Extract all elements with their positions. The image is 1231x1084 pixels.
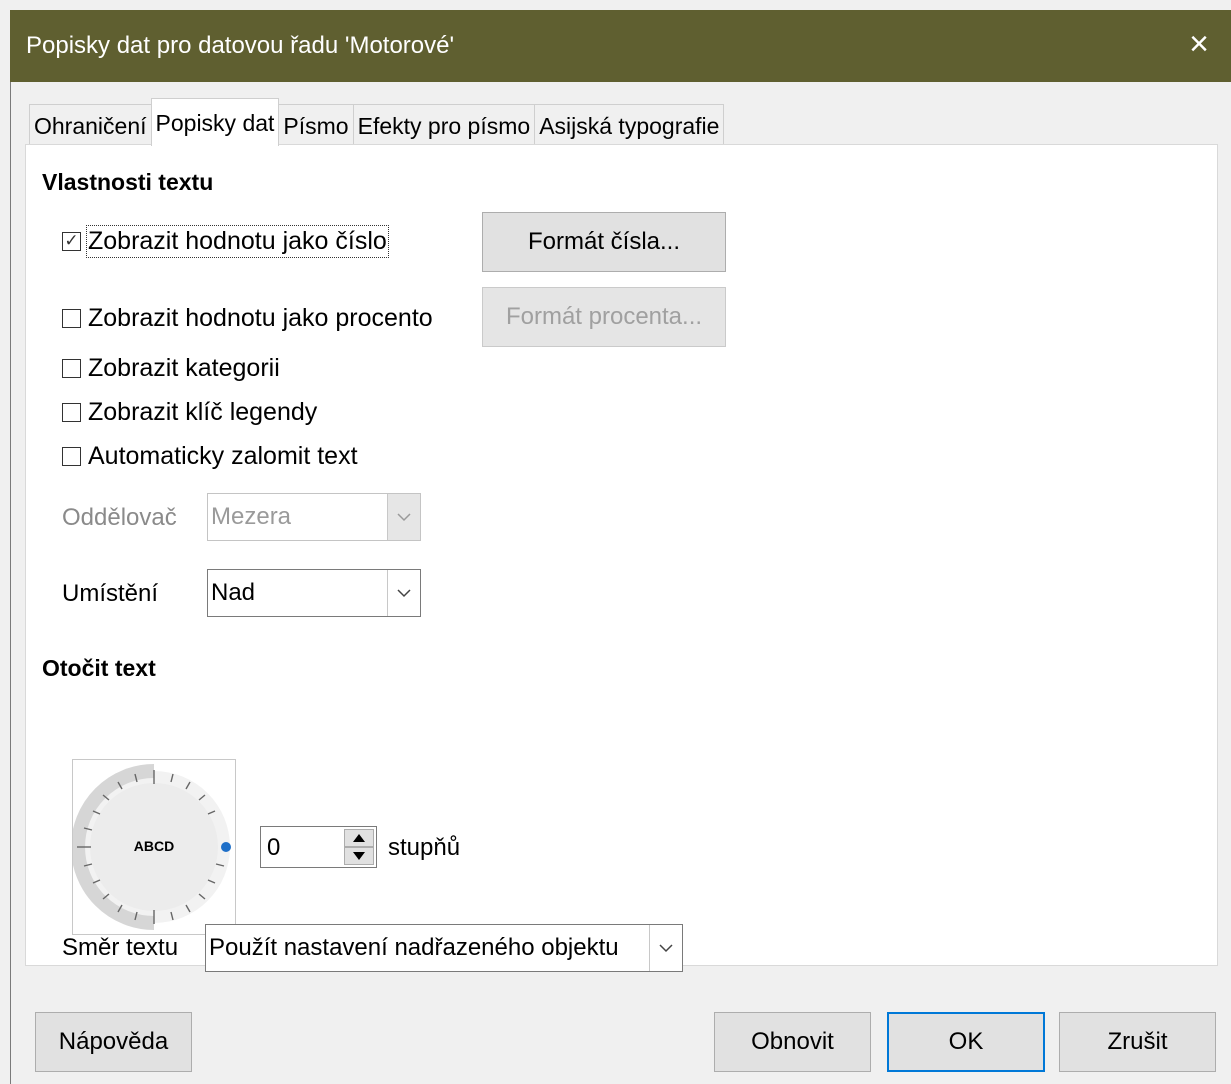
text-direction-label: Směr textu: [62, 934, 179, 961]
show-category-option[interactable]: Zobrazit kategorii: [62, 351, 280, 385]
window-title: Popisky dat pro datovou řadu 'Motorové': [26, 32, 455, 59]
rotation-dial[interactable]: ABCD: [71, 759, 236, 935]
tab-panel: Vlastnosti textu ✓ Zobrazit hodnotu jako…: [25, 144, 1218, 972]
placement-dropdown[interactable]: Nad: [207, 569, 421, 617]
show-value-number-checkbox[interactable]: ✓: [62, 231, 81, 251]
text-direction-dropdown[interactable]: Použít nastavení nadřazeného objektu: [205, 924, 683, 972]
placement-value: Nad: [211, 579, 256, 606]
degrees-spinbox[interactable]: 0: [260, 826, 377, 868]
tab-data-labels[interactable]: Popisky dat: [150, 98, 280, 146]
separator-dropdown[interactable]: Mezera: [207, 493, 421, 541]
show-value-percent-option[interactable]: Zobrazit hodnotu jako procento: [62, 301, 433, 335]
show-legend-key-label: Zobrazit klíč legendy: [88, 397, 318, 426]
chevron-down-icon: [387, 570, 420, 616]
spin-down-icon[interactable]: [344, 847, 374, 865]
tab-font[interactable]: Písmo: [278, 104, 354, 146]
dialog-body: Ohraničení Popisky dat Písmo Efekty pro …: [10, 82, 1231, 1084]
degrees-spin-buttons: [344, 829, 374, 865]
show-category-label: Zobrazit kategorii: [88, 353, 280, 382]
title-bar: Popisky dat pro datovou řadu 'Motorové' …: [10, 10, 1231, 82]
percent-format-button[interactable]: Formát procenta...: [482, 287, 726, 347]
chevron-down-icon: [387, 494, 420, 540]
tab-borders[interactable]: Ohraničení: [29, 104, 152, 146]
show-value-percent-label: Zobrazit hodnotu jako procento: [88, 303, 433, 332]
auto-wrap-label: Automaticky zalomit text: [88, 441, 358, 470]
dial-sample-text: ABCD: [133, 838, 175, 854]
chevron-down-icon: [649, 925, 682, 971]
degrees-unit-label: stupňů: [388, 834, 461, 861]
show-legend-key-checkbox[interactable]: [62, 402, 81, 422]
reset-button[interactable]: Obnovit: [714, 1012, 871, 1072]
separator-label: Oddělovač: [62, 504, 177, 531]
show-value-number-label: Zobrazit hodnotu jako číslo: [86, 224, 389, 258]
help-button[interactable]: Nápověda: [35, 1012, 192, 1072]
degrees-value[interactable]: 0: [267, 834, 280, 862]
tab-bar: Ohraničení Popisky dat Písmo Efekty pro …: [29, 98, 725, 146]
text-properties-heading: Vlastnosti textu: [42, 169, 214, 195]
show-value-percent-checkbox[interactable]: [62, 308, 81, 328]
number-format-button[interactable]: Formát čísla...: [482, 212, 726, 272]
rotate-text-heading: Otočit text: [42, 655, 156, 681]
placement-label: Umístění: [62, 580, 159, 607]
show-value-number-option[interactable]: ✓ Zobrazit hodnotu jako číslo: [62, 224, 389, 258]
show-legend-key-option[interactable]: Zobrazit klíč legendy: [62, 395, 317, 429]
text-direction-value: Použít nastavení nadřazeného objektu: [209, 934, 619, 961]
auto-wrap-checkbox[interactable]: [62, 446, 81, 466]
ok-button[interactable]: OK: [887, 1012, 1045, 1072]
separator-value: Mezera: [211, 503, 292, 530]
tab-font-effects[interactable]: Efekty pro písmo: [352, 104, 536, 146]
show-category-checkbox[interactable]: [62, 358, 81, 378]
auto-wrap-option[interactable]: Automaticky zalomit text: [62, 439, 358, 473]
cancel-button[interactable]: Zrušit: [1059, 1012, 1216, 1072]
tab-asian-typography[interactable]: Asijská typografie: [534, 104, 725, 146]
close-icon[interactable]: ×: [1179, 24, 1219, 64]
spin-up-icon[interactable]: [344, 829, 374, 847]
